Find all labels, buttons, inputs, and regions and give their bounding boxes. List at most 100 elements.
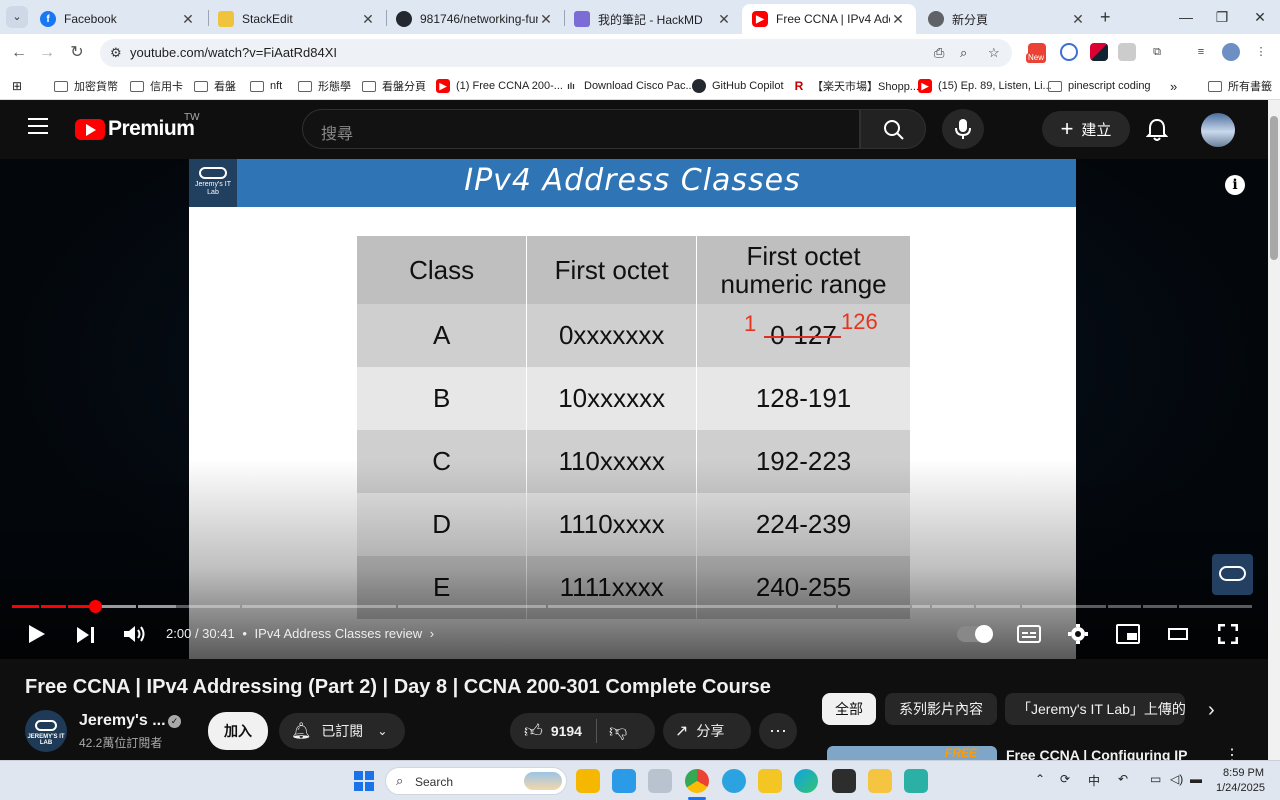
bookmark-folder[interactable]: 形態學: [298, 78, 351, 94]
edge-icon[interactable]: [794, 769, 818, 793]
site-info-icon[interactable]: ⚙: [110, 45, 122, 61]
folder-icon[interactable]: [868, 769, 892, 793]
install-app-icon[interactable]: ⎙: [934, 45, 944, 61]
close-icon[interactable]: ✕: [180, 11, 196, 28]
tab-search-button[interactable]: ⌄: [6, 6, 28, 28]
info-icon[interactable]: i: [1225, 175, 1245, 195]
chrome-menu-icon[interactable]: ⋮: [1252, 43, 1270, 61]
taskbar-app-icon[interactable]: [612, 769, 636, 793]
tab-facebook[interactable]: f Facebook ✕: [30, 4, 206, 34]
chapter-segment[interactable]: [1022, 605, 1106, 608]
scrubber-handle[interactable]: [89, 600, 102, 613]
settings-gear-icon[interactable]: [1067, 623, 1089, 645]
create-button[interactable]: + 建立: [1042, 111, 1130, 147]
search-input[interactable]: 搜尋: [302, 109, 860, 149]
chevron-up-icon[interactable]: ⌃: [1035, 772, 1045, 786]
extension-icon-3[interactable]: [1090, 43, 1108, 61]
close-icon[interactable]: ✕: [890, 11, 906, 28]
tab-github[interactable]: 981746/networking-funda ✕: [386, 4, 564, 34]
channel-avatar[interactable]: JEREMY'S IT LAB: [25, 710, 67, 752]
more-actions-button[interactable]: ⋯: [759, 713, 797, 749]
terminal-icon[interactable]: [832, 769, 856, 793]
chapter-segment[interactable]: [1179, 605, 1252, 608]
reload-icon[interactable]: ↻: [66, 42, 88, 64]
chip-series[interactable]: 系列影片內容: [885, 693, 997, 725]
chapter-segment-played[interactable]: [12, 605, 39, 608]
tab-stackedit[interactable]: StackEdit ✕: [208, 4, 386, 34]
user-avatar[interactable]: [1201, 113, 1235, 147]
chapter-segment[interactable]: [932, 605, 974, 608]
chip-channel-uploads[interactable]: 「Jeremy's IT Lab」上傳的: [1005, 693, 1185, 725]
next-icon[interactable]: [76, 626, 96, 644]
video-player[interactable]: Jeremy's IT Lab IPv4 Address Classes Cla…: [0, 159, 1268, 659]
file-explorer-icon[interactable]: [576, 769, 600, 793]
chapter-segment[interactable]: [176, 605, 240, 608]
profile-avatar[interactable]: [1222, 43, 1240, 61]
window-close-icon[interactable]: ✕: [1246, 6, 1274, 28]
related-video-thumbnail[interactable]: FREE: [827, 746, 997, 760]
tab-youtube-active[interactable]: ▶ Free CCNA | IPv4 Addressin ✕: [742, 4, 916, 34]
taskbar-app-icon[interactable]: [758, 769, 782, 793]
restore-icon[interactable]: ❐: [1208, 6, 1236, 28]
hamburger-menu-icon[interactable]: [28, 118, 48, 134]
extensions-puzzle-icon[interactable]: ⧉: [1148, 43, 1166, 61]
extension-icon-2[interactable]: [1060, 43, 1078, 61]
bookmark-link[interactable]: ılı Download Cisco Pac...: [564, 78, 694, 94]
fullscreen-icon[interactable]: [1218, 624, 1238, 644]
chapter-segment[interactable]: [838, 605, 910, 608]
bookmark-link[interactable]: ▶ (15) Ep. 89, Listen, Li...: [918, 78, 1052, 94]
channel-name[interactable]: Jeremy's ...: [79, 712, 166, 730]
close-icon[interactable]: ✕: [360, 11, 376, 28]
speaker-icon[interactable]: ◁): [1170, 772, 1183, 786]
extension-new-icon[interactable]: New: [1026, 43, 1047, 63]
sync-icon[interactable]: ⟳: [1060, 772, 1070, 786]
play-icon[interactable]: [27, 624, 47, 644]
theater-mode-icon[interactable]: [1168, 628, 1188, 640]
page-scrollbar[interactable]: [1268, 100, 1280, 760]
bookmark-link[interactable]: ▶ (1) Free CCNA 200-...: [436, 78, 563, 94]
all-bookmarks-folder[interactable]: 所有書籤: [1208, 78, 1272, 94]
tab-hackmd[interactable]: 我的筆記 - HackMD ✕: [564, 4, 742, 34]
bookmark-folder[interactable]: nft: [250, 78, 282, 94]
bookmark-folder[interactable]: 加密貨幣: [54, 78, 118, 94]
bookmark-folder[interactable]: pinescript coding: [1048, 78, 1151, 94]
zoom-icon[interactable]: ⌕: [960, 45, 967, 61]
autoplay-toggle[interactable]: [957, 625, 993, 643]
voice-search-button[interactable]: [942, 109, 984, 149]
taskbar-app-icon[interactable]: [648, 769, 672, 793]
bookmarks-overflow[interactable]: »: [1170, 78, 1177, 94]
channel-watermark[interactable]: [1212, 554, 1253, 595]
thumbs-up-icon[interactable]: 👍︎: [524, 720, 543, 742]
volume-icon[interactable]: [123, 624, 147, 644]
chapter-segment-buffered[interactable]: [138, 605, 176, 608]
bookmark-star-icon[interactable]: ☆: [988, 45, 1000, 61]
address-bar[interactable]: ⚙ youtube.com/watch?v=FiAatRd84XI ⎙ ⌕ ☆: [100, 39, 1012, 67]
youtube-logo-icon[interactable]: [75, 119, 105, 140]
forward-icon[interactable]: →: [36, 42, 58, 64]
chapter-segment[interactable]: [912, 605, 930, 608]
join-button[interactable]: 加入: [207, 712, 269, 750]
bookmark-link[interactable]: R 【楽天市場】Shopp...: [792, 78, 919, 94]
subtitles-icon[interactable]: [1017, 625, 1041, 643]
apps-grid-icon[interactable]: ⊞: [12, 78, 22, 94]
extension-icon-4[interactable]: [1118, 43, 1136, 61]
battery-icon[interactable]: ▬: [1190, 772, 1202, 786]
bookmark-folder[interactable]: 看盤: [194, 78, 236, 94]
close-icon[interactable]: ✕: [538, 11, 554, 28]
notifications-bell-icon[interactable]: [1146, 118, 1168, 142]
chapter-segment-played[interactable]: [41, 605, 66, 608]
miniplayer-icon[interactable]: [1116, 624, 1140, 644]
subscribed-button[interactable]: 🔔︎ 已訂閱 ⌄: [279, 713, 405, 749]
taskbar-search-box[interactable]: ⌕ Search: [385, 767, 567, 795]
chrome-icon[interactable]: [685, 769, 709, 793]
bookmark-link[interactable]: GitHub Copilot: [692, 78, 784, 94]
tab-new-tab[interactable]: 新分頁 ✕: [918, 4, 1096, 34]
chapter-segment[interactable]: [1108, 605, 1141, 608]
minimize-icon[interactable]: —: [1172, 6, 1200, 28]
scrollbar-thumb[interactable]: [1270, 116, 1278, 260]
bookmark-folder[interactable]: 信用卡: [130, 78, 183, 94]
media-controls-icon[interactable]: ≡: [1192, 43, 1210, 61]
thumbs-down-icon[interactable]: 👎︎: [609, 720, 627, 742]
windows-start-icon[interactable]: [352, 769, 376, 793]
search-button[interactable]: [860, 109, 926, 149]
